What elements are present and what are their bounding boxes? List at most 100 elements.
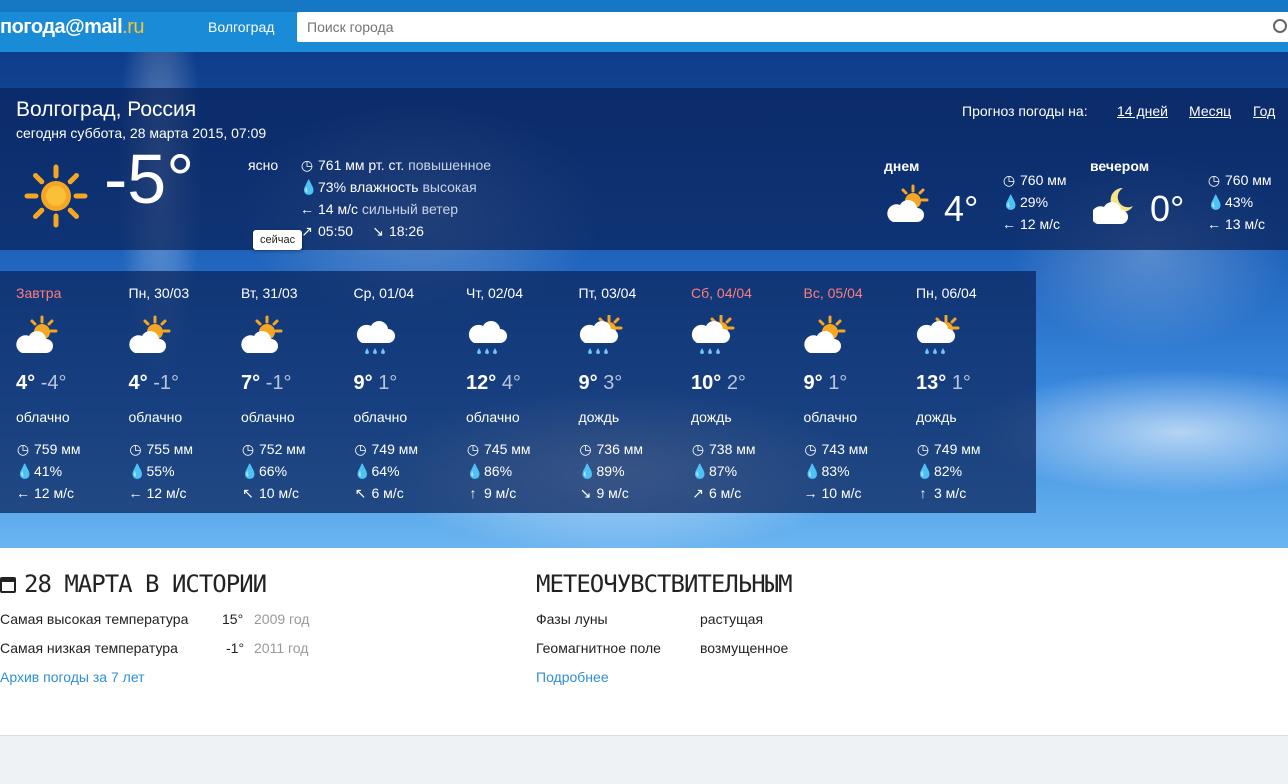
- day-temp: 4°: [128, 372, 148, 394]
- night-temp: 1°: [378, 372, 398, 394]
- clock-icon: ◷: [916, 441, 930, 457]
- sky-state: ясно: [248, 157, 279, 173]
- forecast-month-link[interactable]: Месяц: [1189, 103, 1231, 119]
- day-temp: 12°: [466, 372, 497, 394]
- sunset-time: 18:26: [388, 223, 424, 239]
- moon-cloud-icon: [1093, 184, 1137, 228]
- day-name: Сб, 04/04: [691, 285, 752, 301]
- day-pressure: ◷ 736 мм: [579, 441, 643, 458]
- day-wind: ← 12 м/с: [16, 485, 74, 501]
- wind-arrow-icon: ←: [16, 485, 30, 501]
- daytime-humidity-value: 29%: [1020, 194, 1049, 210]
- evening-humidity: 💧43%: [1207, 194, 1253, 211]
- day-column[interactable]: Чт, 02/04 12° 4° облачно ◷ 745 мм 💧86% ↑ 9 м/с: [450, 271, 562, 513]
- day-temperatures: 9° 1°: [804, 372, 848, 395]
- day-wind: ↑ 3 м/с: [916, 485, 967, 501]
- more-link[interactable]: Подробнее: [536, 669, 609, 685]
- drop-icon: 💧: [1207, 194, 1225, 210]
- evening-pressure: ◷ 760 мм: [1207, 172, 1272, 189]
- day-wind-value: 9 м/с: [484, 485, 517, 501]
- drop-icon: 💧: [466, 463, 484, 479]
- day-humidity: 💧89%: [579, 463, 625, 480]
- history-title-text: 28 МАРТА В ИСТОРИИ: [24, 570, 267, 598]
- drop-icon: 💧: [916, 463, 934, 479]
- city-link[interactable]: Волгоград: [208, 19, 274, 35]
- moon-phase-label: Фазы луны: [536, 611, 608, 627]
- day-name: Чт, 02/04: [466, 285, 524, 301]
- day-wind: ↗ 6 м/с: [691, 485, 741, 502]
- day-column[interactable]: Вт, 31/03 7° -1° облачно ◷ 752 мм 💧66% ↖ 10 м/с: [225, 271, 337, 513]
- day-humidity: 💧87%: [691, 463, 737, 480]
- day-column[interactable]: Пн, 06/04 13° 1° дождь ◷ 749 мм 💧82% ↑ 3 м/с: [900, 271, 1012, 513]
- day-pressure-value: 755 мм: [146, 441, 194, 457]
- sun-cloud-icon: [887, 184, 931, 228]
- current-weather-panel: Волгоград, Россия сегодня суббота, 28 ма…: [0, 88, 1288, 250]
- wind-arrow-icon: ↖: [242, 485, 254, 501]
- rain-cloud-icon: [354, 315, 398, 359]
- day-column[interactable]: Сб, 04/04 10° 2° дождь ◷ 738 мм 💧87% ↗ 6 м/с: [675, 271, 787, 513]
- clock-icon: ◷: [300, 157, 314, 173]
- day-pressure: ◷ 743 мм: [804, 441, 868, 458]
- history-high-temp: 15°: [222, 611, 244, 627]
- sun-rain-icon: [579, 315, 623, 359]
- night-temp: 1°: [828, 372, 848, 394]
- sun-rain-icon: [916, 315, 960, 359]
- day-temperatures: 9° 3°: [579, 372, 623, 395]
- day-pressure: ◷ 749 мм: [354, 441, 418, 458]
- archive-link[interactable]: Архив погоды за 7 лет: [0, 669, 145, 685]
- history-low-label: Самая низкая температура: [0, 640, 178, 656]
- day-pressure-value: 745 мм: [484, 441, 531, 457]
- day-description: облачно: [128, 409, 183, 425]
- forecast-year-link[interactable]: Год: [1253, 103, 1275, 119]
- geomagnetic-value: возмущенное: [700, 640, 789, 656]
- logo-ru: .ru: [122, 16, 145, 38]
- day-description: дождь: [916, 409, 957, 425]
- day-pressure-value: 749 мм: [934, 441, 981, 457]
- day-column[interactable]: Вс, 05/04 9° 1° облачно ◷ 743 мм 💧83% → 10 м/с: [788, 271, 900, 513]
- day-wind-value: 3 м/с: [934, 485, 967, 501]
- day-column[interactable]: Пт, 03/04 9° 3° дождь ◷ 736 мм 💧89% ↘ 9 м/с: [563, 271, 675, 513]
- day-temp: 9°: [803, 372, 823, 394]
- day-temp: 13°: [916, 372, 947, 394]
- city-title: Волгоград, Россия: [16, 98, 197, 121]
- current-temperature: -5°: [104, 140, 195, 218]
- day-column[interactable]: Ср, 01/04 9° 1° облачно ◷ 749 мм 💧64% ↖ 6 м/с: [338, 271, 450, 513]
- day-description: облачно: [466, 409, 520, 425]
- wind-arrow-icon: ←: [1207, 216, 1221, 232]
- search-input[interactable]: [297, 12, 1288, 42]
- day-temp: 4°: [16, 372, 36, 394]
- meteo-title: МЕТЕОЧУВСТВИТЕЛЬНЫМ: [536, 570, 793, 598]
- sun-cloud-icon: [241, 315, 285, 359]
- day-pressure: ◷ 749 мм: [916, 441, 981, 458]
- drop-icon: 💧: [353, 463, 371, 479]
- evening-wind: ← 13 м/с: [1207, 216, 1265, 232]
- sun-times-row: ↗ 05:50 ↘ 18:26: [300, 223, 424, 240]
- day-humidity-value: 55%: [146, 463, 175, 479]
- search-icon[interactable]: [1273, 19, 1287, 33]
- forecast-14-days-link[interactable]: 14 дней: [1117, 103, 1168, 119]
- day-humidity-value: 89%: [596, 463, 625, 479]
- day-pressure: ◷ 755 мм: [129, 441, 194, 458]
- day-wind-value: 6 м/с: [709, 485, 742, 501]
- day-column[interactable]: Пн, 30/03 4° -1° облачно ◷ 755 мм 💧55% ← 12 м/с: [113, 271, 225, 513]
- day-wind: ↘ 9 м/с: [579, 485, 629, 502]
- day-humidity-value: 66%: [259, 463, 288, 479]
- night-temp: -1°: [153, 372, 179, 394]
- pressure-value: 761 мм рт. ст.: [318, 157, 405, 173]
- day-wind-value: 10 м/с: [259, 485, 299, 501]
- day-wind-value: 6 м/с: [371, 485, 404, 501]
- day-column[interactable]: Завтра 4° -4° облачно ◷ 759 мм 💧41% ← 12 м/с: [0, 271, 112, 513]
- day-temperatures: 12° 4°: [466, 372, 521, 395]
- sun-icon: [24, 164, 88, 228]
- info-section: 28 МАРТА В ИСТОРИИ Самая высокая темпера…: [0, 548, 1288, 736]
- calendar-icon: [0, 577, 16, 593]
- day-description: дождь: [578, 409, 620, 425]
- humidity-desc: высокая: [422, 179, 477, 195]
- day-humidity: 💧41%: [16, 463, 62, 480]
- date-line: сегодня суббота, 28 марта 2015, 07:09: [16, 125, 267, 141]
- day-temperatures: 13° 1°: [916, 372, 971, 395]
- day-description: облачно: [353, 409, 408, 425]
- day-wind: ← 12 м/с: [129, 485, 187, 501]
- logo[interactable]: погода@mail.ru: [0, 16, 145, 39]
- day-description: облачно: [241, 409, 295, 425]
